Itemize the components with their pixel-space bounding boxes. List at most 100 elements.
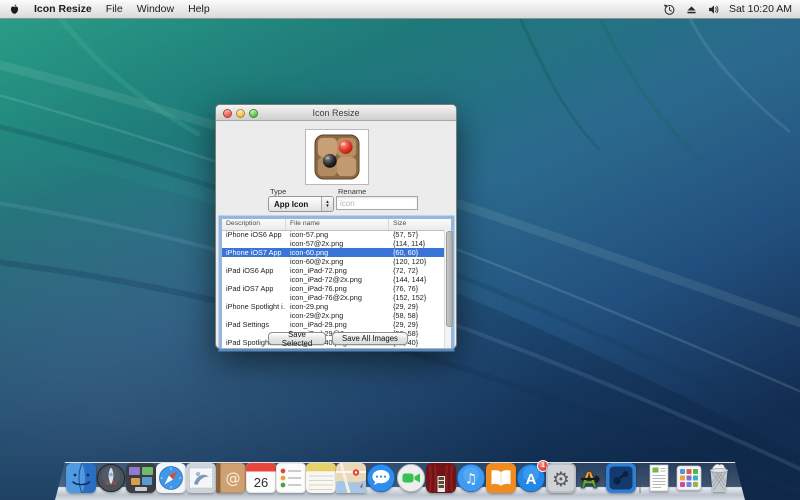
table-row[interactable]: icon-57@2x.png{114, 114} [222, 239, 444, 248]
dock-blue-tiles-app-icon[interactable] [606, 463, 636, 493]
table-cell: icon_iPad-76@2x.png [286, 293, 389, 302]
table-cell [222, 293, 286, 302]
dock-system-preferences-icon[interactable]: ⚙ [546, 463, 576, 493]
table-row[interactable]: iPad iOS6 Appicon_iPad-72.png{72, 72} [222, 266, 444, 275]
desktop: Icon Resize File Window Help Sat 10:20 A… [0, 0, 800, 500]
table-row[interactable]: iPhone iOS7 Appicon-60.png{60, 60} [222, 248, 444, 257]
type-popup-value: App Icon [269, 200, 321, 209]
table-cell: icon-60@2x.png [286, 257, 389, 266]
table-cell: icon-29.png [286, 302, 389, 311]
table-row[interactable]: icon-60@2x.png{120, 120} [222, 257, 444, 266]
table-cell: {114, 114} [389, 239, 444, 248]
svg-text:26: 26 [254, 475, 268, 490]
save-all-images-button[interactable]: Save All Images [332, 332, 408, 345]
dock-app-store-icon[interactable]: A1 [516, 463, 546, 493]
dock-finder-icon[interactable] [66, 463, 96, 493]
table-cell: iPhone iOS6 App [222, 230, 286, 239]
window-title: Icon Resize [312, 108, 359, 118]
menu-bar: Icon Resize File Window Help Sat 10:20 A… [0, 0, 800, 19]
minimize-button[interactable] [236, 109, 245, 118]
dock-downloads-stack-icon[interactable] [674, 463, 704, 493]
table-cell: icon-60.png [286, 248, 389, 257]
menu-app-name[interactable]: Icon Resize [34, 3, 92, 15]
scrollbar-thumb[interactable] [446, 231, 453, 327]
table-cell: {76, 76} [389, 284, 444, 293]
table-row[interactable]: iPad Settingsicon_iPad-29.png{29, 29} [222, 320, 444, 329]
dock-mail-icon[interactable] [186, 463, 216, 493]
dock-mission-control-icon[interactable] [126, 463, 156, 493]
dock-separator [639, 461, 641, 493]
menu-clock[interactable]: Sat 10:20 AM [729, 3, 792, 15]
dock-colorful-letter-app-icon[interactable]: A [576, 463, 606, 493]
dock-reminders-icon[interactable] [276, 463, 306, 493]
table-cell: {72, 72} [389, 266, 444, 275]
dock-contacts-icon[interactable]: @ [216, 463, 246, 493]
dock-documents-stack-icon[interactable] [644, 463, 674, 493]
table-cell: icon-57.png [286, 230, 389, 239]
table-cell: icon_iPad-29.png [286, 320, 389, 329]
dock-icons: @26♫A1⚙A [55, 461, 745, 493]
dock-trash-icon[interactable] [704, 463, 734, 493]
dock-messages-icon[interactable] [366, 463, 396, 493]
dock-notes-icon[interactable] [306, 463, 336, 493]
menu-window[interactable]: Window [137, 3, 174, 15]
menu-file[interactable]: File [106, 3, 123, 15]
table-cell: {144, 144} [389, 275, 444, 284]
rename-input[interactable] [336, 196, 418, 210]
dock-itunes-icon[interactable]: ♫ [456, 463, 486, 493]
table-row[interactable]: iPhone Spotlight i…icon-29.png{29, 29} [222, 302, 444, 311]
table-cell [222, 239, 286, 248]
table-row[interactable]: iPad iOS7 Appicon_iPad-76.png{76, 76} [222, 284, 444, 293]
header-file-name[interactable]: File name [286, 219, 389, 230]
svg-text:A: A [526, 471, 537, 488]
dock-photo-booth-icon[interactable] [426, 463, 456, 493]
header-description[interactable]: Description [222, 219, 286, 230]
app-icon-preview-image [314, 134, 360, 180]
table-row[interactable]: iPhone iOS6 Appicon-57.png{57, 57} [222, 230, 444, 239]
table-row[interactable]: icon-29@2x.png{58, 58} [222, 311, 444, 320]
dock-maps-icon[interactable] [336, 463, 366, 493]
table-cell: icon_iPad-72.png [286, 266, 389, 275]
table-cell: {57, 57} [389, 230, 444, 239]
sizes-table: Description File name Size iPhone iOS6 A… [221, 218, 452, 349]
table-cell: {60, 60} [389, 248, 444, 257]
table-cell [222, 311, 286, 320]
table-cell: {120, 120} [389, 257, 444, 266]
rename-label: Rename [338, 187, 366, 196]
save-selected-button[interactable]: Save Selected [268, 332, 326, 345]
popup-stepper-icon: ▲▼ [321, 197, 333, 211]
svg-text:♫: ♫ [465, 472, 478, 488]
apple-menu-icon[interactable] [9, 3, 20, 16]
eject-icon[interactable] [685, 3, 698, 16]
table-row[interactable]: icon_iPad-76@2x.png{152, 152} [222, 293, 444, 302]
table-cell: icon-57@2x.png [286, 239, 389, 248]
table-cell: iPhone iOS7 App [222, 248, 286, 257]
svg-text:⚙: ⚙ [552, 467, 570, 491]
table-cell: icon-29@2x.png [286, 311, 389, 320]
table-cell: {152, 152} [389, 293, 444, 302]
dock-facetime-icon[interactable] [396, 463, 426, 493]
dock-launchpad-icon[interactable] [96, 463, 126, 493]
type-popup-button[interactable]: App Icon ▲▼ [268, 196, 334, 212]
menu-help[interactable]: Help [188, 3, 210, 15]
dock-safari-icon[interactable] [156, 463, 186, 493]
table-cell: iPad iOS6 App [222, 266, 286, 275]
icon-preview-well [305, 129, 369, 185]
time-machine-icon[interactable] [663, 3, 676, 16]
table-scrollbar[interactable] [444, 230, 451, 348]
dock-calendar-icon[interactable]: 26 [246, 463, 276, 493]
table-cell [222, 275, 286, 284]
volume-icon[interactable] [707, 3, 720, 16]
table-cell: {29, 29} [389, 320, 444, 329]
dock: @26♫A1⚙A [55, 462, 745, 500]
header-size[interactable]: Size [389, 219, 451, 230]
type-label: Type [270, 187, 286, 196]
zoom-button[interactable] [249, 109, 258, 118]
table-cell: icon_iPad-72@2x.png [286, 275, 389, 284]
table-row[interactable]: icon_iPad-72@2x.png{144, 144} [222, 275, 444, 284]
table-cell: {58, 58} [389, 311, 444, 320]
window-titlebar[interactable]: Icon Resize [216, 105, 456, 121]
close-button[interactable] [223, 109, 232, 118]
table-cell: iPad iOS7 App [222, 284, 286, 293]
dock-ibooks-icon[interactable] [486, 463, 516, 493]
